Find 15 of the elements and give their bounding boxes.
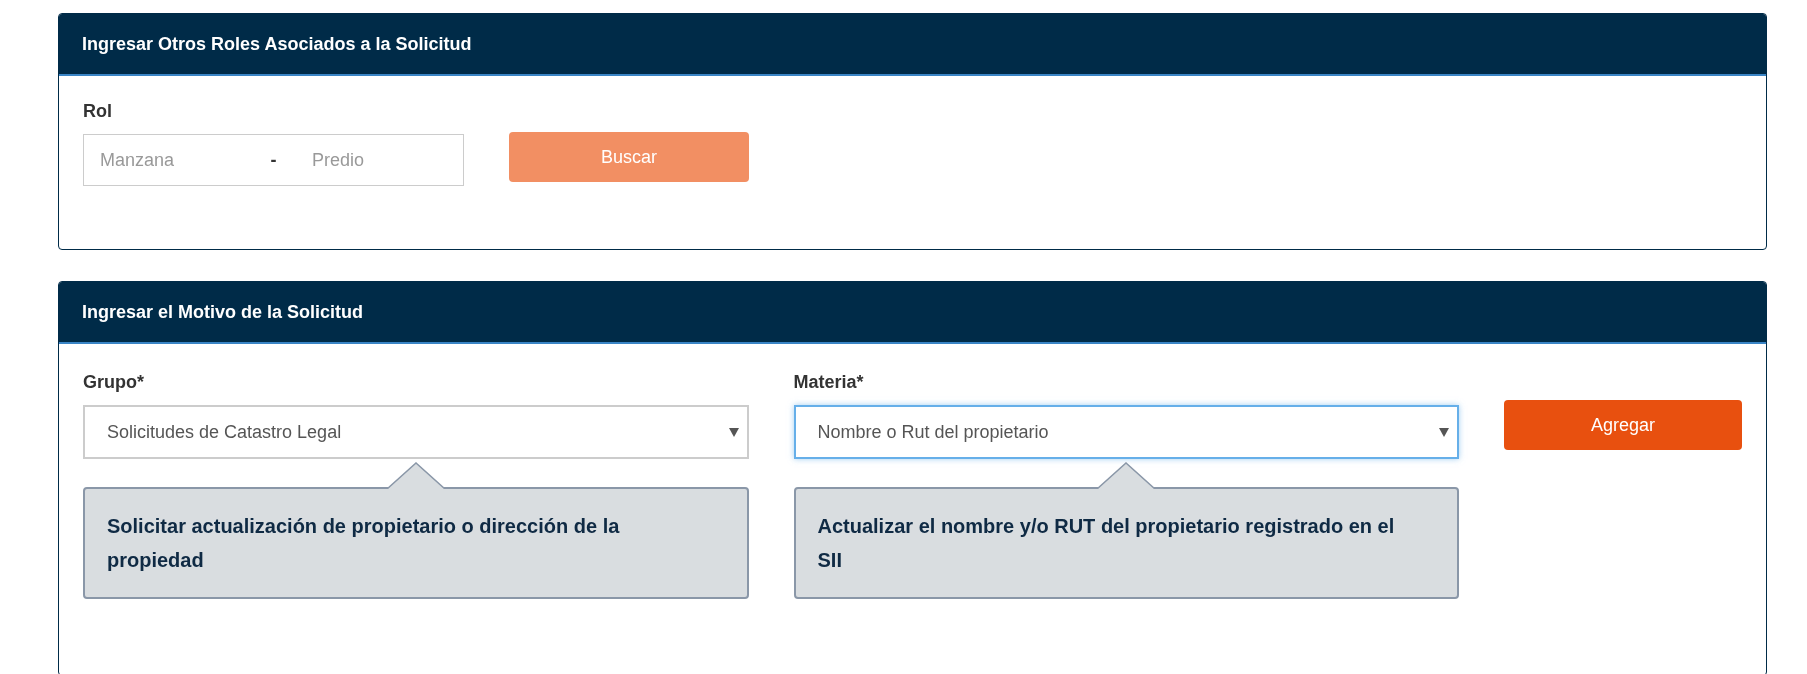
- dropdown[interactable]: Solicitudes de Catastro Legal: [83, 405, 749, 459]
- input-field[interactable]: Predio: [296, 134, 464, 186]
- caret-icon: [728, 427, 739, 437]
- input-field[interactable]: Manzana: [83, 134, 251, 186]
- field-label: Rol: [83, 101, 113, 122]
- dropdown[interactable]: Nombre o Rut del propietario: [793, 405, 1459, 459]
- tooltip-pointer: [1096, 462, 1157, 489]
- field-label: Materia*: [793, 372, 865, 393]
- caret-icon: [1439, 427, 1449, 437]
- add-button[interactable]: Agregar: [1504, 400, 1742, 450]
- tooltip-pointer: [385, 462, 446, 489]
- separator-text: -: [251, 134, 296, 186]
- panel-title: Ingresar el Motivo de la Solicitud: [82, 301, 364, 323]
- field-label: Grupo*: [83, 372, 145, 393]
- panel-title: Ingresar Otros Roles Asociados a la Solicitud: [82, 33, 472, 55]
